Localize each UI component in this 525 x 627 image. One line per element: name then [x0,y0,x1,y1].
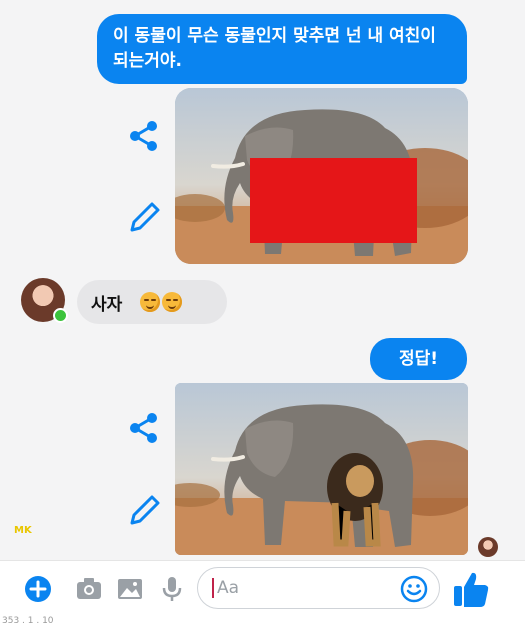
emoji-icon[interactable] [399,574,429,604]
microphone-icon[interactable] [156,573,188,605]
text-caret [212,578,214,598]
bottom-caption: 353 . 1 . 10 [2,616,54,626]
edit-icon[interactable] [126,200,162,236]
smirk-emoji-icon [140,292,161,312]
elephant-photo-censored[interactable] [175,88,468,264]
chat-thread: 이 동물이 무슨 동물인지 맞추면 넌 내 여친이 되는거야. 사자 정답! M… [0,0,525,560]
read-receipt-avatar [478,537,498,557]
gallery-icon[interactable] [114,573,146,605]
plus-icon[interactable] [22,573,54,605]
watermark: MK [14,525,32,536]
message-bubble-question[interactable]: 이 동물이 무슨 동물인지 맞추면 넌 내 여친이 되는거야. [97,14,467,84]
message-bubble-guess[interactable]: 사자 [77,280,227,324]
smile-emoji-icon [162,292,183,312]
camera-icon[interactable] [73,573,105,605]
message-bubble-reply[interactable]: 정답! [370,338,467,380]
share-icon[interactable] [126,118,162,154]
message-input-placeholder: Aa [217,578,240,598]
emoji-reactions [140,292,183,312]
composer-toolbar: Aa [0,560,525,616]
message-text-question: 이 동물이 무슨 동물인지 맞추면 넌 내 여친이 되는거야. [113,26,436,71]
elephant-lion-photo[interactable] [175,383,468,555]
share-icon[interactable] [126,410,162,446]
message-text-guess: 사자 [91,294,123,315]
thumbs-up-icon[interactable] [452,569,490,609]
message-text-reply: 정답! [398,349,439,369]
online-status-dot [53,308,68,323]
edit-icon[interactable] [126,493,162,529]
